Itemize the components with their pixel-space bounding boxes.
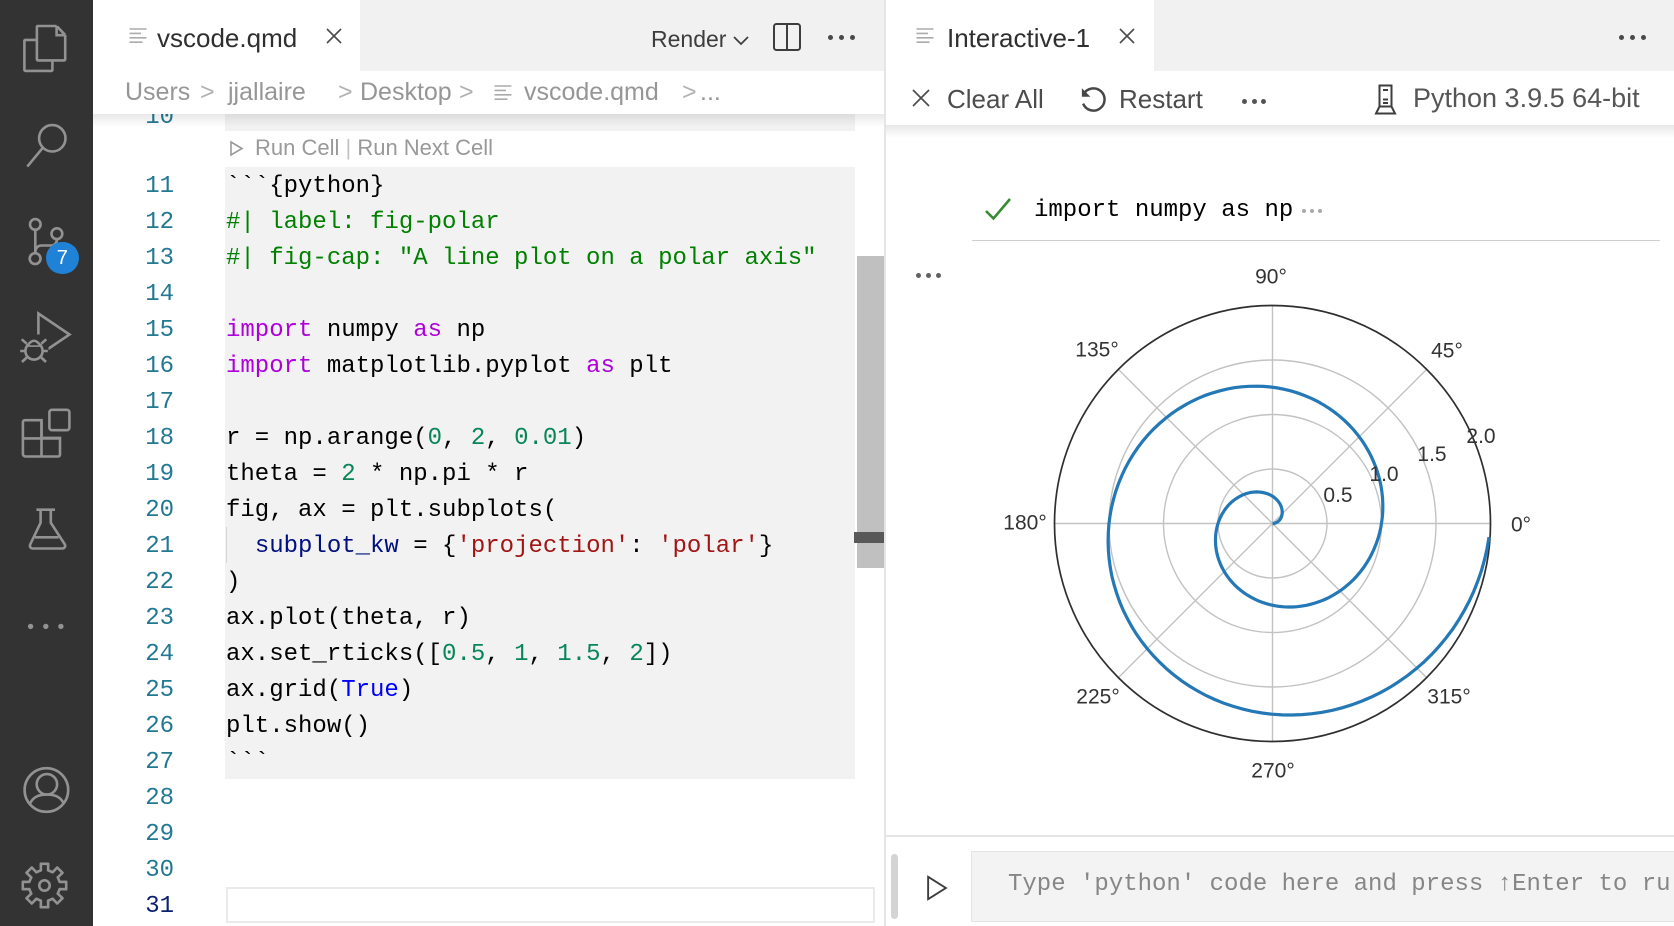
svg-text:225°: 225° xyxy=(1076,686,1119,709)
svg-text:315°: 315° xyxy=(1427,686,1470,709)
svg-text:0.5: 0.5 xyxy=(1323,484,1352,507)
svg-text:0°: 0° xyxy=(1511,514,1531,537)
svg-text:180°: 180° xyxy=(1003,512,1046,535)
svg-text:90°: 90° xyxy=(1255,266,1287,289)
svg-text:1.5: 1.5 xyxy=(1417,443,1446,466)
svg-text:45°: 45° xyxy=(1431,340,1463,363)
svg-text:270°: 270° xyxy=(1251,760,1294,783)
svg-text:1.0: 1.0 xyxy=(1369,463,1398,486)
svg-text:135°: 135° xyxy=(1075,339,1118,362)
svg-text:2.0: 2.0 xyxy=(1466,425,1495,448)
